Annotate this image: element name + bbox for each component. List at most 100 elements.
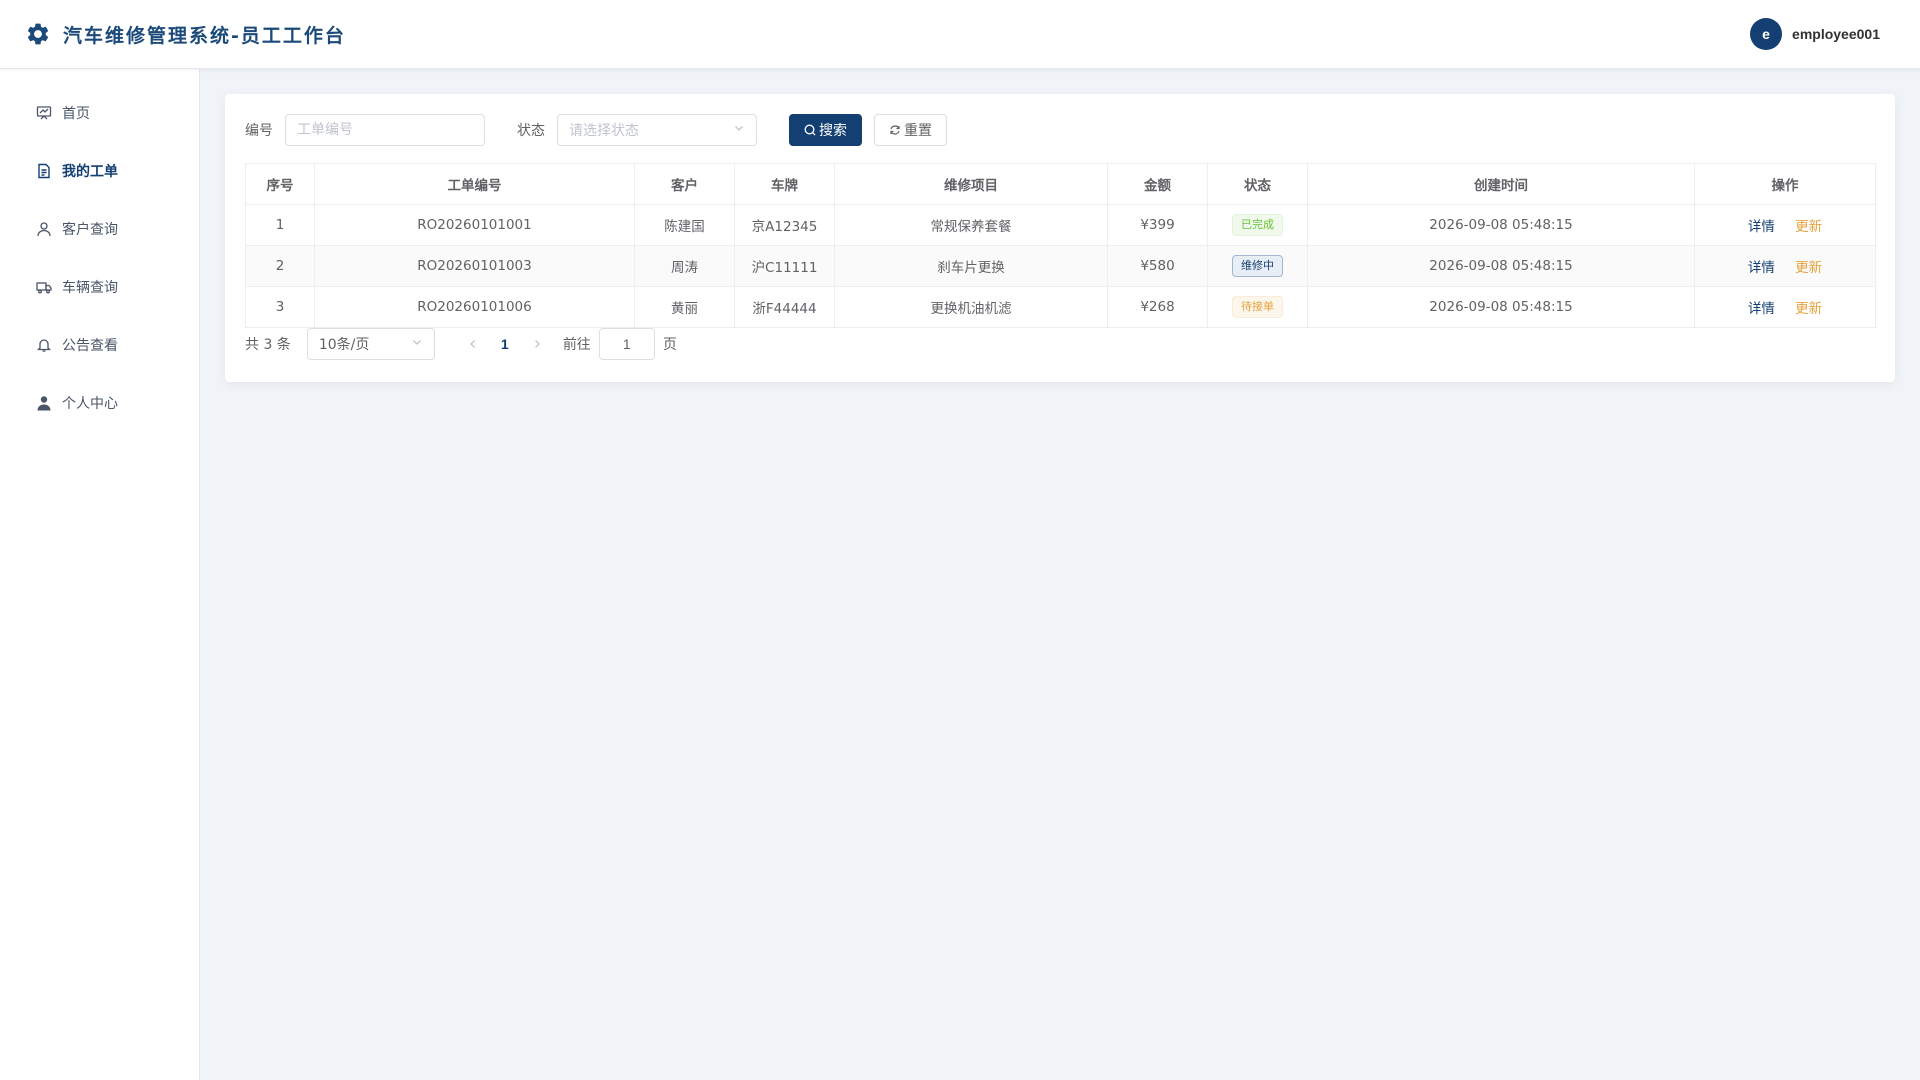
cell-status: 维修中 — [1207, 245, 1308, 287]
search-button-label: 搜索 — [819, 123, 847, 139]
col-header-actions: 操作 — [1694, 163, 1876, 205]
page-suffix: 页 — [662, 337, 677, 353]
filter-bar: 编号 状态 请选择状态 搜索 重置 — [245, 114, 1875, 146]
sidebar-item-label: 客户查询 — [62, 222, 118, 238]
cell-code: RO20260101006 — [314, 286, 635, 328]
col-header-item: 维修项目 — [834, 163, 1108, 205]
search-button[interactable]: 搜索 — [789, 114, 862, 146]
cell-actions: 详情 更新 — [1694, 204, 1876, 246]
bell-icon — [36, 337, 52, 353]
sidebar-item-notices[interactable]: 公告查看 — [0, 316, 199, 374]
page-number-current[interactable]: 1 — [489, 336, 521, 352]
col-header-plate: 车牌 — [734, 163, 835, 205]
sidebar-item-label: 公告查看 — [62, 338, 118, 354]
sidebar-item-label: 车辆查询 — [62, 280, 118, 296]
table-row: 3 RO20260101006 黄丽 浙F44444 更换机油机滤 ¥268 待… — [245, 286, 1876, 328]
sidebar-item-label: 我的工单 — [62, 164, 118, 180]
user-filled-icon — [36, 395, 52, 411]
status-badge: 维修中 — [1232, 255, 1283, 277]
order-code-input[interactable] — [285, 114, 485, 146]
document-icon — [36, 163, 52, 179]
sidebar-item-customers[interactable]: 客户查询 — [0, 200, 199, 258]
code-label: 编号 — [245, 123, 273, 139]
status-select-placeholder: 请选择状态 — [569, 123, 639, 139]
table-header-row: 序号 工单编号 客户 车牌 维修项目 金额 状态 创建时间 操作 — [245, 163, 1876, 205]
detail-link[interactable]: 详情 — [1748, 301, 1775, 317]
cell-index: 3 — [245, 286, 315, 328]
page-size-value: 10条/页 — [318, 337, 370, 353]
detail-link[interactable]: 详情 — [1748, 260, 1775, 276]
sidebar-item-label: 首页 — [62, 106, 90, 122]
status-select[interactable]: 请选择状态 — [557, 114, 757, 146]
username[interactable]: employee001 — [1792, 26, 1880, 42]
cell-created: 2026-09-08 05:48:15 — [1307, 286, 1695, 328]
orders-card: 编号 状态 请选择状态 搜索 重置 序号 工 — [225, 94, 1895, 382]
cell-customer: 黄丽 — [634, 286, 735, 328]
page-jump-input[interactable] — [598, 328, 655, 360]
next-page-button[interactable] — [521, 339, 553, 349]
sidebar-item-vehicles[interactable]: 车辆查询 — [0, 258, 199, 316]
status-badge: 已完成 — [1232, 214, 1283, 236]
cell-code: RO20260101001 — [314, 204, 635, 246]
cell-amount: ¥268 — [1107, 286, 1208, 328]
cell-code: RO20260101003 — [314, 245, 635, 287]
brand: 汽车维修管理系统-员工工作台 — [25, 21, 346, 48]
sidebar-item-home[interactable]: 首页 — [0, 84, 199, 142]
sidebar-item-label: 个人中心 — [62, 396, 118, 412]
cell-status: 已完成 — [1207, 204, 1308, 246]
table-row: 2 RO20260101003 周涛 沪C11111 刹车片更换 ¥580 维修… — [245, 245, 1876, 287]
pagination-total: 共 3 条 — [245, 337, 291, 353]
cell-actions: 详情 更新 — [1694, 286, 1876, 328]
prev-page-button[interactable] — [457, 339, 489, 349]
cell-item: 常规保养套餐 — [834, 204, 1108, 246]
cell-item: 刹车片更换 — [834, 245, 1108, 287]
presentation-icon — [36, 105, 52, 121]
status-label: 状态 — [517, 123, 545, 139]
sidebar-item-my-orders[interactable]: 我的工单 — [0, 142, 199, 200]
orders-table: 序号 工单编号 客户 车牌 维修项目 金额 状态 创建时间 操作 1 RO202… — [245, 163, 1876, 328]
gear-icon — [25, 21, 51, 47]
reset-button[interactable]: 重置 — [874, 114, 947, 146]
status-badge: 待接单 — [1232, 296, 1283, 318]
cell-index: 2 — [245, 245, 315, 287]
cell-status: 待接单 — [1207, 286, 1308, 328]
reset-button-label: 重置 — [904, 123, 932, 139]
cell-amount: ¥580 — [1107, 245, 1208, 287]
chevron-left-icon — [469, 340, 475, 348]
col-header-created: 创建时间 — [1307, 163, 1695, 205]
cell-index: 1 — [245, 204, 315, 246]
user-menu[interactable]: e employee001 — [1750, 18, 1880, 50]
cell-item: 更换机油机滤 — [834, 286, 1108, 328]
col-header-code: 工单编号 — [314, 163, 635, 205]
col-header-status: 状态 — [1207, 163, 1308, 205]
page-size-select[interactable]: 10条/页 — [306, 328, 435, 360]
chevron-down-icon — [411, 336, 423, 352]
top-header: 汽车维修管理系统-员工工作台 e employee001 — [0, 0, 1920, 69]
goto-label: 前往 — [562, 337, 591, 353]
detail-link[interactable]: 详情 — [1748, 219, 1775, 235]
cell-amount: ¥399 — [1107, 204, 1208, 246]
cell-customer: 周涛 — [634, 245, 735, 287]
update-link[interactable]: 更新 — [1795, 260, 1822, 276]
cell-customer: 陈建国 — [634, 204, 735, 246]
sidebar: 首页 我的工单 客户查询 车辆查询 公告查看 个人中心 — [0, 69, 200, 1080]
cell-created: 2026-09-08 05:48:15 — [1307, 245, 1695, 287]
sidebar-item-profile[interactable]: 个人中心 — [0, 374, 199, 432]
search-icon — [804, 124, 816, 136]
col-header-index: 序号 — [245, 163, 315, 205]
update-link[interactable]: 更新 — [1795, 301, 1822, 317]
cell-created: 2026-09-08 05:48:15 — [1307, 204, 1695, 246]
pagination: 共 3 条 10条/页 1 前往 页 — [245, 328, 1875, 360]
chevron-right-icon — [534, 340, 540, 348]
update-link[interactable]: 更新 — [1795, 219, 1822, 235]
user-icon — [36, 221, 52, 237]
app-title: 汽车维修管理系统-员工工作台 — [63, 24, 346, 47]
avatar[interactable]: e — [1750, 18, 1783, 50]
cell-plate: 沪C11111 — [734, 245, 835, 287]
truck-icon — [36, 279, 52, 295]
cell-plate: 浙F44444 — [734, 286, 835, 328]
chevron-down-icon — [733, 122, 745, 138]
cell-plate: 京A12345 — [734, 204, 835, 246]
col-header-amount: 金额 — [1107, 163, 1208, 205]
cell-actions: 详情 更新 — [1694, 245, 1876, 287]
